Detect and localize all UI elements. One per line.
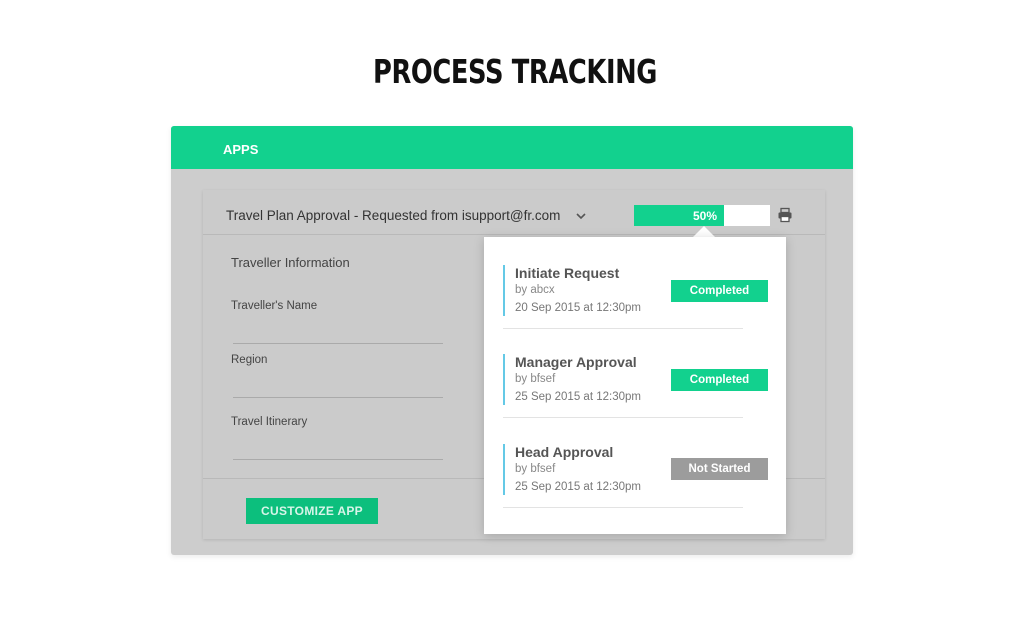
- step-indicator: [503, 444, 505, 495]
- step-time: 25 Sep 2015 at 12:30pm: [515, 391, 641, 403]
- step-divider: [503, 507, 743, 508]
- step-by: by abcx: [515, 284, 555, 296]
- step-time: 20 Sep 2015 at 12:30pm: [515, 302, 641, 314]
- header-divider: [203, 234, 825, 235]
- region-label: Region: [231, 354, 268, 366]
- step-indicator: [503, 265, 505, 316]
- status-badge: Not Started: [671, 458, 768, 480]
- step-indicator: [503, 354, 505, 405]
- status-badge: Completed: [671, 280, 768, 302]
- progress-bar[interactable]: 50%: [634, 205, 770, 226]
- step-divider: [503, 417, 743, 418]
- step-name: Head Approval: [515, 444, 614, 460]
- progress-label: 50%: [692, 209, 717, 223]
- traveller-name-field[interactable]: [233, 343, 443, 344]
- step-name: Manager Approval: [515, 354, 637, 370]
- traveller-name-label: Traveller's Name: [231, 300, 318, 312]
- app-header: APPS: [171, 126, 853, 169]
- step-time: 25 Sep 2015 at 12:30pm: [515, 481, 641, 493]
- travel-itinerary-label: Travel Itinerary: [231, 416, 308, 428]
- customize-app-button[interactable]: CUSTOMIZE APP: [246, 498, 378, 524]
- chevron-down-icon[interactable]: [575, 210, 587, 222]
- page-title: PROCESS TRACKING: [372, 52, 658, 91]
- status-badge: Completed: [671, 369, 768, 391]
- travel-itinerary-field[interactable]: [233, 459, 443, 460]
- region-field[interactable]: [233, 397, 443, 398]
- step-by: by bfsef: [515, 463, 556, 475]
- step-name: Initiate Request: [515, 265, 620, 281]
- process-tracker-popup: Initiate Request by abcx 20 Sep 2015 at …: [484, 237, 786, 534]
- printer-icon[interactable]: [777, 207, 793, 223]
- section-title: Traveller Information: [231, 255, 350, 270]
- app-header-title[interactable]: APPS: [223, 142, 258, 157]
- step-by: by bfsef: [515, 373, 556, 385]
- step-divider: [503, 328, 743, 329]
- request-title[interactable]: Travel Plan Approval - Requested from is…: [226, 208, 560, 223]
